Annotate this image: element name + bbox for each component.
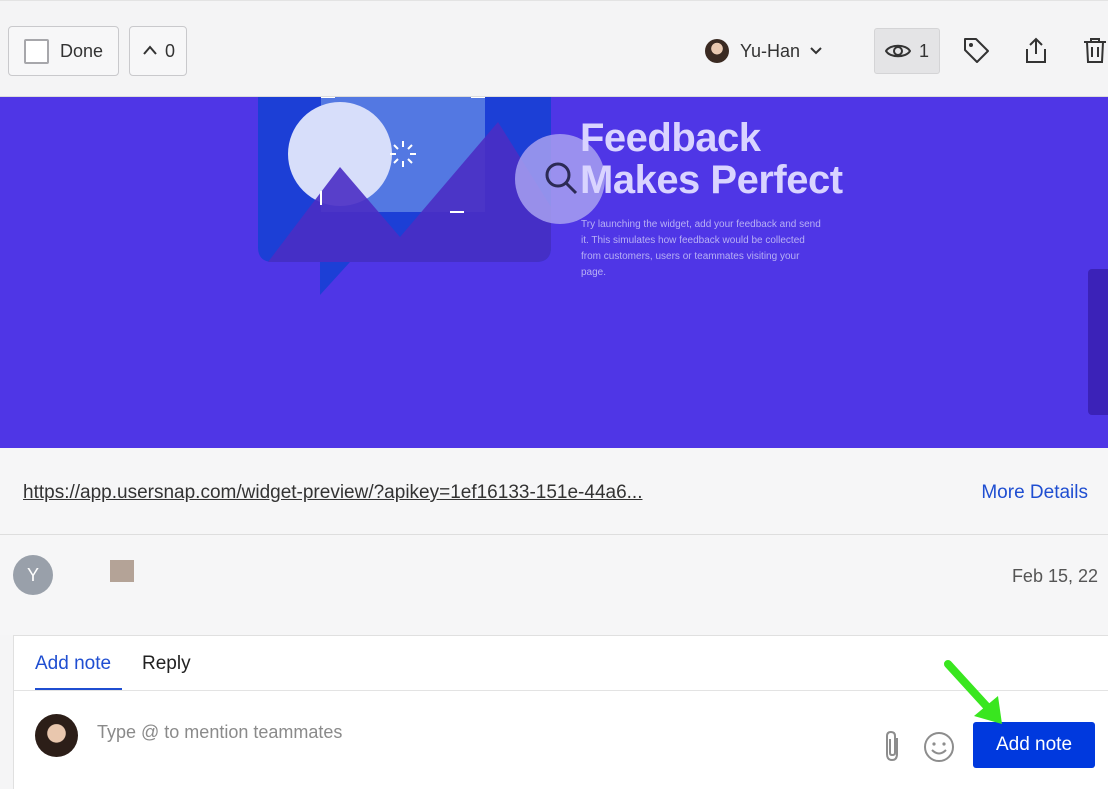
assignee-dropdown[interactable]: Yu-Han	[705, 39, 823, 63]
upvote-button[interactable]: 0	[129, 26, 187, 76]
delete-button[interactable]	[1080, 35, 1108, 65]
avatar: Y	[13, 555, 53, 595]
comment-date: Feb 15, 22	[1011, 566, 1098, 586]
banner-description: Try launching the widget, add your feedb…	[581, 219, 821, 278]
share-icon	[1026, 37, 1046, 63]
more-details-link[interactable]: More Details	[981, 482, 1088, 504]
page-url-link[interactable]: https://app.usersnap.com/widget-preview/…	[23, 482, 642, 504]
trash-icon	[1084, 38, 1106, 63]
toolbar: Done 0 Yu-Han 1	[0, 0, 1108, 97]
tag-button[interactable]	[961, 35, 991, 65]
comment-entry: Y Feb 15, 22	[0, 535, 1108, 635]
add-note-button[interactable]: Add note	[973, 722, 1095, 768]
tag-icon	[964, 38, 989, 63]
chevron-down-icon	[810, 47, 822, 55]
paperclip-icon[interactable]	[880, 729, 906, 763]
banner-title: Feedback Makes Perfect	[580, 116, 843, 202]
feedback-screenshot[interactable]: Feedback Makes Perfect Try launching the…	[0, 97, 1108, 448]
widget-side-tab[interactable]	[1088, 269, 1108, 415]
views-count: 1	[918, 40, 929, 61]
eye-icon	[884, 44, 911, 58]
done-button[interactable]: Done	[8, 26, 119, 76]
done-checkbox[interactable]	[24, 38, 49, 64]
vote-count: 0	[164, 40, 175, 61]
note-input[interactable]	[97, 722, 797, 743]
share-button[interactable]	[1021, 35, 1051, 65]
assignee-name: Yu-Han	[740, 40, 801, 61]
illustration-icon	[258, 97, 605, 295]
attachment-thumbnail[interactable]	[110, 560, 134, 582]
active-tab-indicator	[35, 688, 122, 690]
pointer-arrow-icon	[944, 660, 1002, 724]
current-user-avatar	[35, 714, 78, 757]
tab-add-note[interactable]: Add note	[35, 653, 111, 675]
done-label: Done	[60, 40, 104, 61]
emoji-icon[interactable]	[923, 731, 955, 763]
details-row: https://app.usersnap.com/widget-preview/…	[0, 448, 1108, 535]
views-button[interactable]: 1	[874, 28, 940, 74]
assignee-avatar	[705, 39, 729, 63]
chevron-up-icon	[143, 45, 157, 55]
tab-reply[interactable]: Reply	[142, 653, 191, 675]
